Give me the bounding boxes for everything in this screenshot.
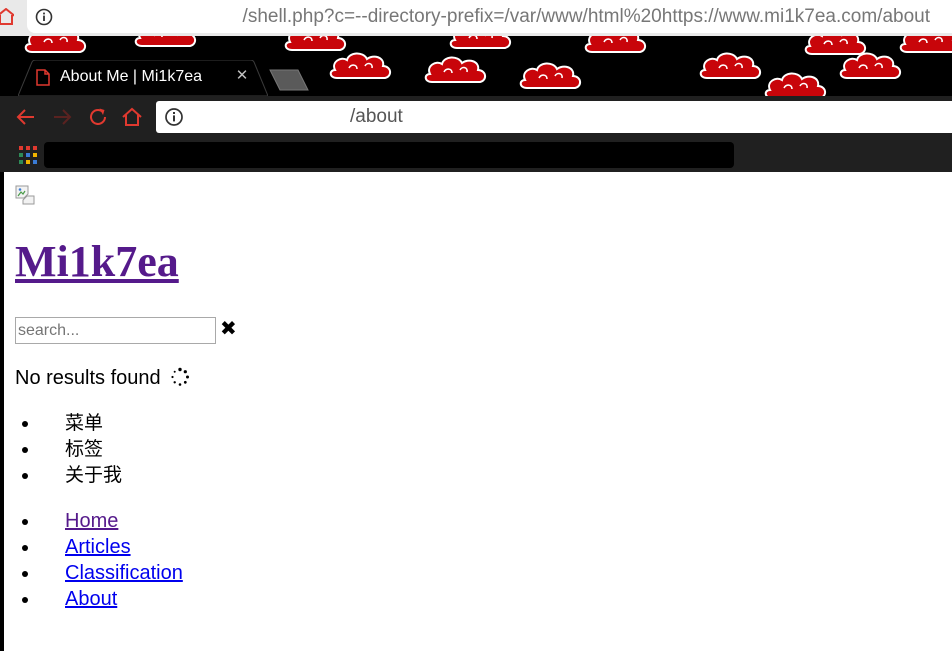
nav-link-classification[interactable]: Classification	[65, 562, 183, 584]
nav-item-articles: Articles	[40, 534, 183, 560]
forward-arrow-icon[interactable]	[50, 105, 74, 129]
nav-link-home[interactable]: Home	[65, 510, 118, 532]
menu-item-menu[interactable]: 菜单	[40, 410, 122, 436]
outer-home-icon[interactable]	[0, 8, 14, 26]
reload-icon[interactable]	[86, 105, 110, 129]
nav-item-about: About	[40, 586, 183, 612]
menu-item-tags[interactable]: 标签	[40, 436, 122, 462]
back-arrow-icon[interactable]	[14, 105, 38, 129]
menu-list: 菜单 标签 关于我	[40, 410, 122, 488]
address-url-text[interactable]: /about	[350, 106, 403, 128]
outer-info-icon[interactable]	[35, 8, 53, 26]
site-title-link[interactable]: Mi1k7ea	[15, 236, 179, 288]
nav-item-classification: Classification	[40, 560, 183, 586]
nav-link-articles[interactable]: Articles	[65, 536, 131, 558]
nav-link-about[interactable]: About	[65, 588, 117, 610]
page-content: Mi1k7ea ✖ No results found 菜单 标签 关于我 Hom…	[4, 172, 952, 651]
page-icon	[36, 69, 50, 86]
no-results-message: No results found	[15, 366, 190, 390]
menu-item-about-me[interactable]: 关于我	[40, 462, 122, 488]
new-tab-button[interactable]	[266, 68, 310, 94]
menu-item-label: 标签	[65, 438, 104, 460]
loading-spinner-icon	[171, 367, 190, 386]
address-bar[interactable]: /about	[156, 101, 952, 133]
browser-toolbar: /about	[0, 96, 952, 138]
browser-chrome: About Me | Mi1k7ea ✕ /about	[0, 36, 952, 172]
search-input[interactable]	[15, 317, 216, 344]
nav-item-home: Home	[40, 508, 183, 534]
bookmarks-bar	[0, 138, 952, 172]
tab-title: About Me | Mi1k7ea	[60, 68, 203, 85]
menu-item-label: 菜单	[65, 412, 104, 434]
outer-address-bar[interactable]: /shell.php?c=--directory-prefix=/var/www…	[27, 0, 952, 33]
broken-image-icon	[15, 185, 35, 205]
tab-about-me[interactable]: About Me | Mi1k7ea ✕	[18, 60, 268, 96]
no-results-text: No results found	[15, 367, 161, 389]
menu-item-label: 关于我	[65, 464, 123, 486]
clear-search-icon[interactable]: ✖	[220, 319, 240, 339]
site-info-icon[interactable]	[164, 107, 184, 127]
nav-list: Home Articles Classification About	[40, 508, 183, 612]
outer-browser-bar: /shell.php?c=--directory-prefix=/var/www…	[0, 0, 952, 36]
tab-close-icon[interactable]: ✕	[232, 66, 252, 86]
home-icon[interactable]	[120, 105, 144, 129]
outer-url-text[interactable]: /shell.php?c=--directory-prefix=/var/www…	[243, 6, 930, 28]
redacted-bookmarks	[44, 142, 734, 168]
apps-grid-icon[interactable]	[19, 146, 37, 164]
